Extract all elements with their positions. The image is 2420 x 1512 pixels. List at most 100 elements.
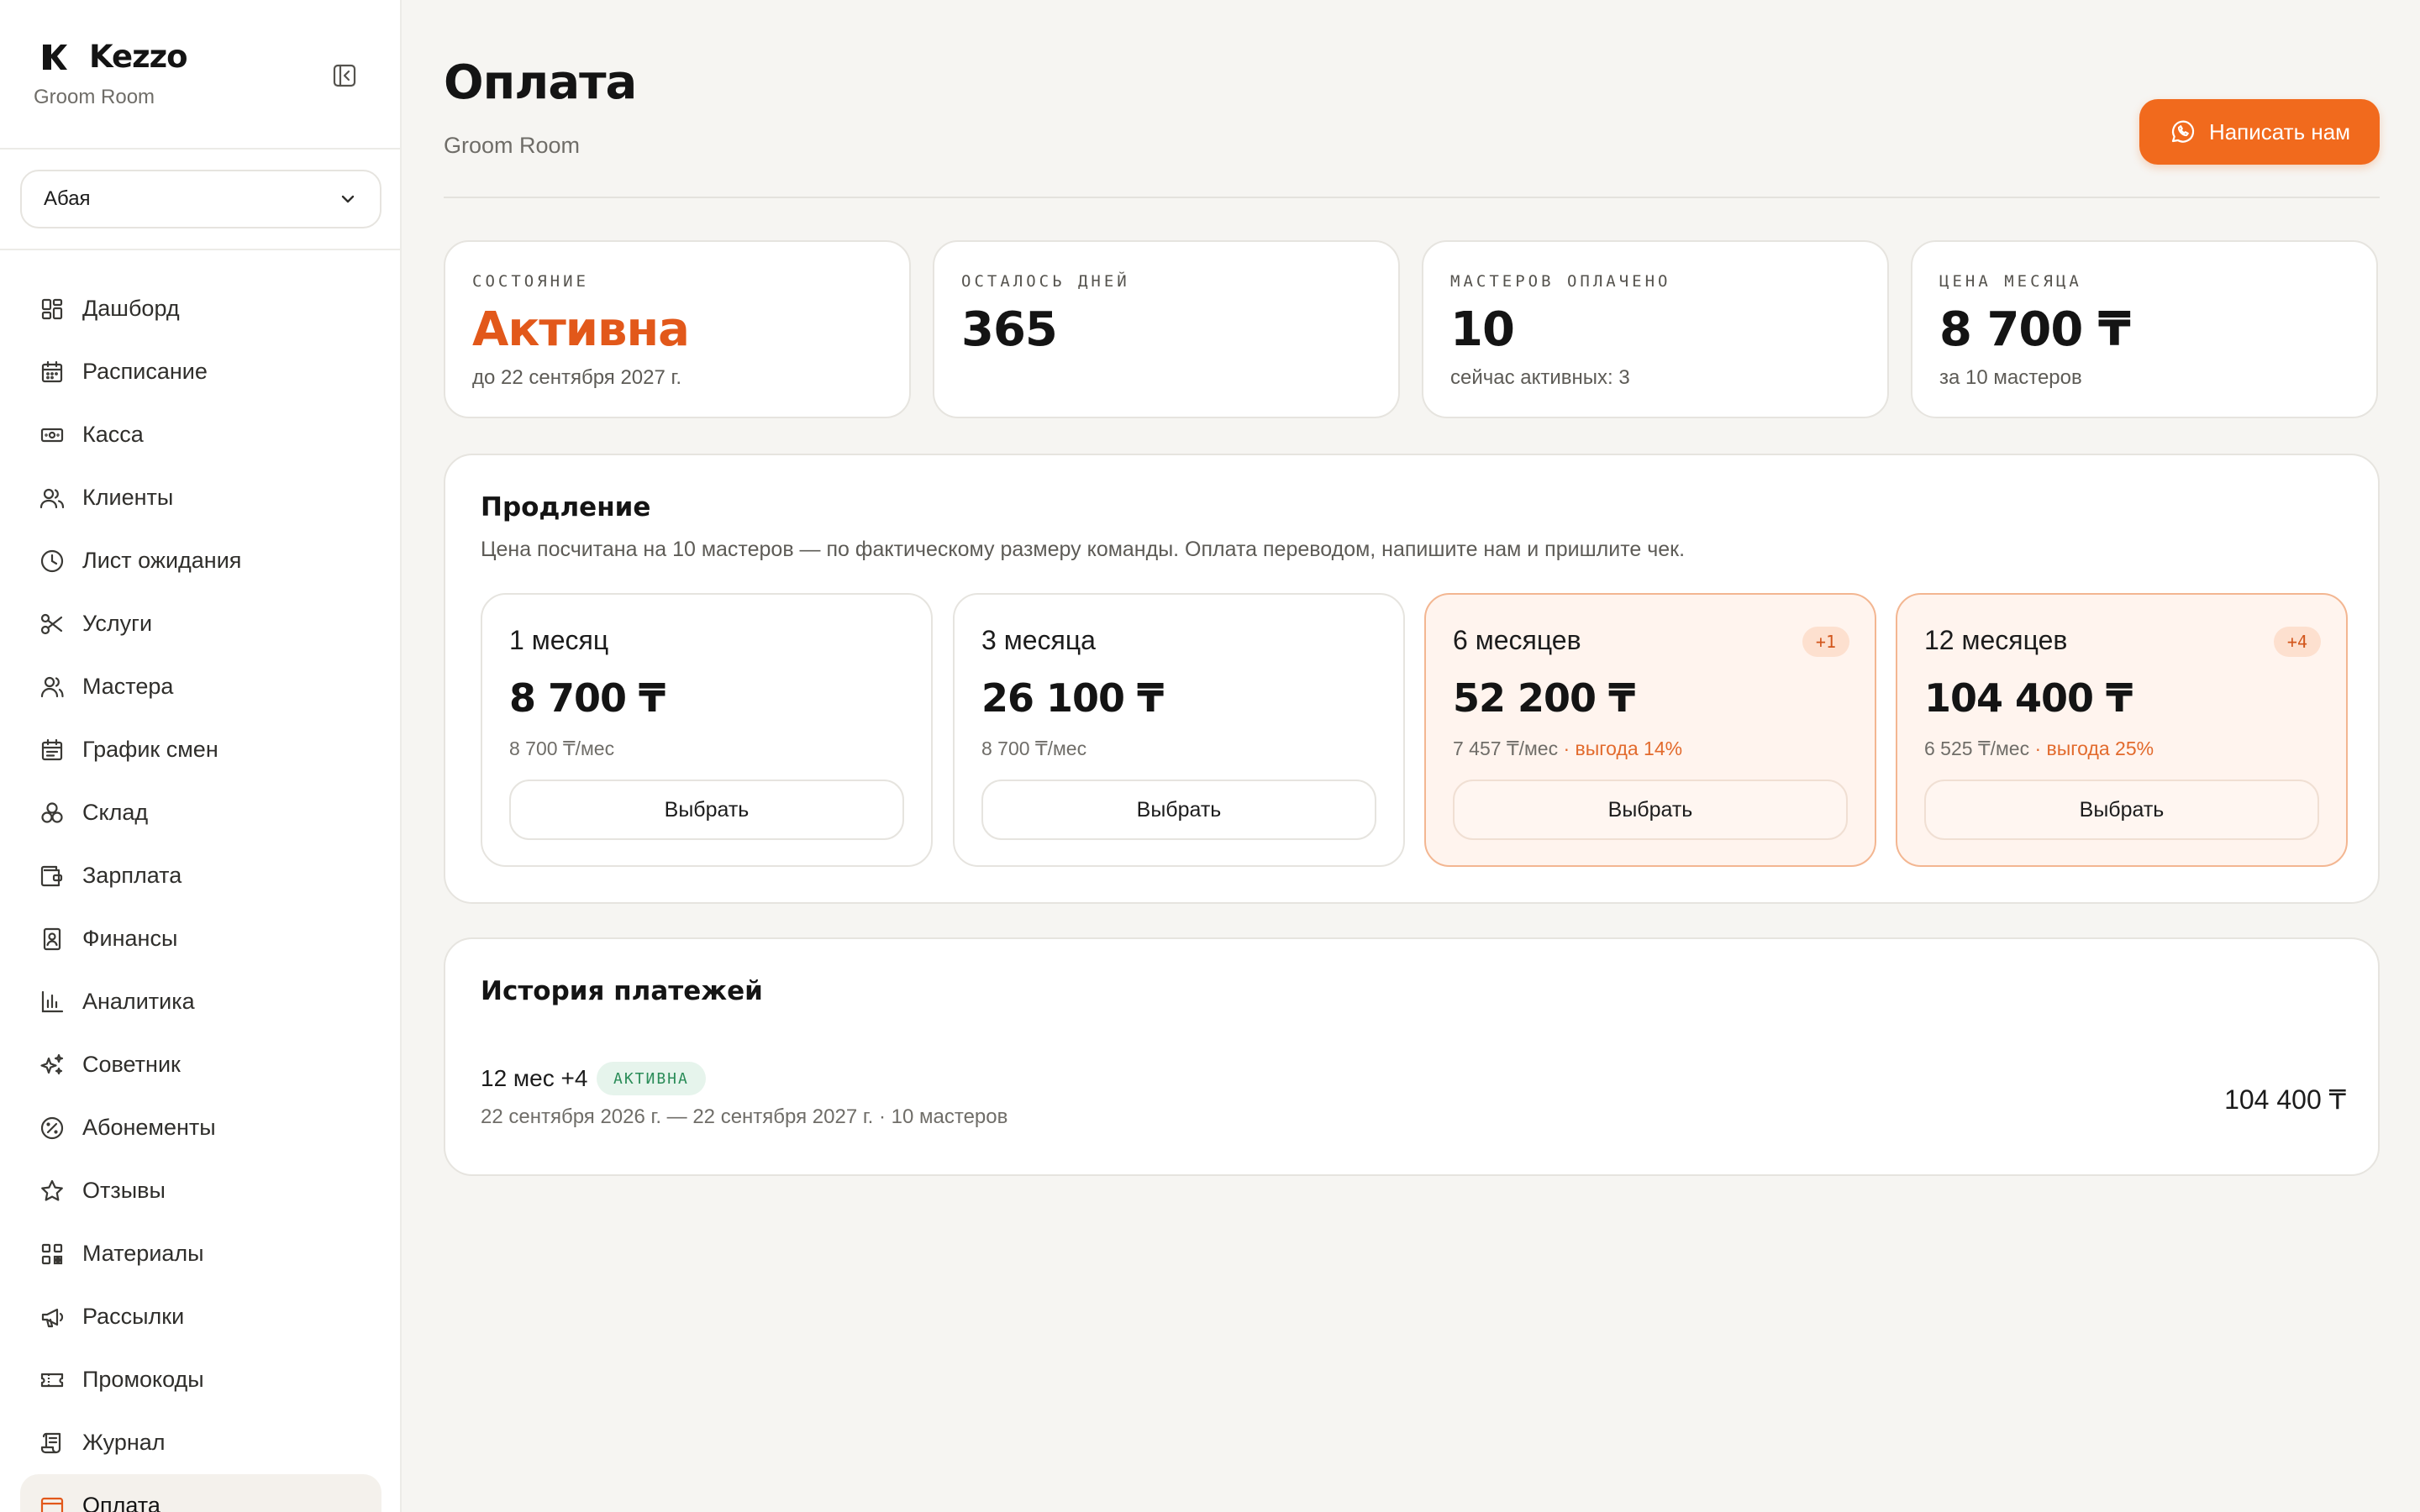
renewal-description: Цена посчитана на 10 мастеров — по факти… — [481, 538, 1686, 561]
sidebar-item-dashboard[interactable]: Дашборд — [20, 277, 381, 340]
plan-per-month: 8 700 ₸/мес — [509, 738, 614, 760]
sparkles-icon — [40, 1053, 64, 1074]
sidebar-collapse-icon — [333, 64, 356, 87]
main-content: Оплата Groom Room Написать нам Состояние… — [444, 0, 2380, 1512]
sidebar-item-waitlist[interactable]: Лист ожидания — [20, 529, 381, 592]
whatsapp-icon — [2171, 120, 2195, 143]
brand[interactable]: Kezzo — [40, 39, 188, 75]
plan-card-3-months: 3 месяца 26 100 ₸ 8 700 ₸/мес Выбрать — [953, 593, 1405, 867]
sidebar-item-advisor[interactable]: Советник — [20, 1033, 381, 1096]
stat-caption: Цена месяца — [1939, 272, 2082, 291]
user-group-icon — [40, 676, 64, 697]
write-us-label: Написать нам — [2208, 118, 2351, 144]
ticket-icon — [40, 1373, 64, 1387]
plan-savings: · выгода 25% — [2029, 738, 2154, 759]
sidebar-item-schedule[interactable]: Расписание — [20, 340, 381, 403]
sidebar-item-promocodes[interactable]: Промокоды — [20, 1348, 381, 1411]
branch-select[interactable]: Абая — [20, 170, 381, 228]
sidebar-item-warehouse[interactable]: Склад — [20, 781, 381, 844]
sidebar: Kezzo Groom Room Абая Дашборд Расписание… — [0, 0, 402, 1512]
sidebar-item-services[interactable]: Услуги — [20, 592, 381, 655]
status-badge: Активна — [597, 1062, 706, 1095]
choose-plan-label: Выбрать — [1136, 797, 1222, 822]
choose-plan-label: Выбрать — [2079, 797, 2165, 822]
sidebar-item-label: Оплата — [82, 1493, 160, 1512]
cash-icon — [40, 428, 64, 442]
sidebar-item-label: Лист ожидания — [82, 548, 242, 573]
sidebar-item-subscriptions[interactable]: Абонементы — [20, 1096, 381, 1159]
clock-icon — [40, 549, 64, 572]
bonus-badge: +1 — [1802, 627, 1849, 657]
sidebar-item-label: Материалы — [82, 1241, 204, 1266]
sidebar-item-journal[interactable]: Журнал — [20, 1411, 381, 1474]
choose-plan-button[interactable]: Выбрать — [1924, 780, 2319, 840]
stat-card-status: Состояние Активна до 22 сентября 2027 г. — [444, 240, 911, 418]
sidebar-item-label: Рассылки — [82, 1304, 185, 1329]
payment-period: 22 сентября 2026 г. — 22 сентября 2027 г… — [481, 1105, 1008, 1128]
plan-price: 26 100 ₸ — [981, 675, 1164, 721]
sidebar-item-finance[interactable]: Финансы — [20, 907, 381, 970]
sidebar-item-payment[interactable]: Оплата — [20, 1474, 381, 1512]
plan-name: 3 месяца — [981, 625, 1096, 655]
choose-plan-button[interactable]: Выбрать — [981, 780, 1376, 840]
users-icon — [39, 488, 65, 508]
qr-code-icon — [41, 1243, 63, 1264]
payment-amount: 104 400 ₸ — [2224, 1084, 2346, 1115]
payment-history-row[interactable]: 12 мес +4 Активна 22 сентября 2026 г. — … — [481, 1053, 2346, 1146]
stat-caption: Мастеров оплачено — [1450, 272, 1671, 291]
sidebar-item-clients[interactable]: Клиенты — [20, 466, 381, 529]
plan-per-month-value: 6 525 ₸/мес — [1924, 738, 2030, 759]
choose-plan-button[interactable]: Выбрать — [1453, 780, 1848, 840]
sidebar-item-masters[interactable]: Мастера — [20, 655, 381, 718]
sidebar-item-label: Мастера — [82, 674, 174, 699]
sidebar-item-reviews[interactable]: Отзывы — [20, 1159, 381, 1222]
sidebar-item-label: Зарплата — [82, 863, 182, 888]
stat-caption: Осталось дней — [961, 272, 1130, 291]
divider — [0, 249, 400, 250]
payment-history-section: История платежей 12 мес +4 Активна 22 се… — [444, 937, 2380, 1176]
renewal-section: Продление Цена посчитана на 10 мастеров … — [444, 454, 2380, 904]
boxes-icon — [41, 801, 63, 823]
plan-price: 8 700 ₸ — [509, 675, 666, 721]
scroll-icon — [40, 1432, 61, 1453]
shift-calendar-icon — [41, 738, 63, 760]
plan-price: 52 200 ₸ — [1453, 675, 1635, 721]
sidebar-item-label: График смен — [82, 737, 218, 762]
sidebar-item-shifts[interactable]: График смен — [20, 718, 381, 781]
kezzo-logo-icon — [43, 44, 67, 70]
choose-plan-button[interactable]: Выбрать — [509, 780, 904, 840]
sidebar-item-label: Журнал — [82, 1430, 166, 1455]
plan-card-1-month: 1 месяц 8 700 ₸ 8 700 ₸/мес Выбрать — [481, 593, 933, 867]
sidebar-item-mailings[interactable]: Рассылки — [20, 1285, 381, 1348]
sidebar-item-salary[interactable]: Зарплата — [20, 844, 381, 907]
stat-value: 10 — [1450, 302, 1515, 357]
payment-history-title: История платежей — [481, 976, 763, 1006]
megaphone-icon — [41, 1308, 64, 1327]
plan-price: 104 400 ₸ — [1924, 675, 2133, 721]
plan-savings: · выгода 14% — [1558, 738, 1683, 759]
choose-plan-label: Выбрать — [664, 797, 750, 822]
write-us-button[interactable]: Написать нам — [2139, 99, 2380, 165]
stat-card-masters-paid: Мастеров оплачено 10 сейчас активных: 3 — [1422, 240, 1889, 418]
sidebar-item-label: Услуги — [82, 611, 153, 636]
sidebar-item-analytics[interactable]: Аналитика — [20, 970, 381, 1033]
stat-note: до 22 сентября 2027 г. — [472, 366, 682, 389]
ledger-icon — [43, 927, 61, 950]
sidebar-item-cash[interactable]: Касса — [20, 403, 381, 466]
divider — [0, 148, 400, 150]
credit-card-icon — [40, 1497, 64, 1512]
collapse-sidebar-button[interactable] — [328, 59, 361, 92]
page-title: Оплата — [444, 55, 637, 110]
bar-chart-icon — [41, 990, 64, 1012]
sidebar-item-label: Расписание — [82, 359, 208, 384]
plan-per-month-value: 8 700 ₸/мес — [981, 738, 1087, 759]
sidebar-item-label: Финансы — [82, 926, 178, 951]
percent-badge-icon — [40, 1116, 64, 1139]
stat-value: 365 — [961, 302, 1058, 357]
brand-name: Kezzo — [89, 39, 188, 75]
sidebar-item-materials[interactable]: Материалы — [20, 1222, 381, 1285]
dashboard-icon — [41, 298, 63, 319]
plan-per-month-value: 8 700 ₸/мес — [509, 738, 615, 759]
wallet-icon — [40, 865, 63, 886]
stat-note: сейчас активных: 3 — [1450, 366, 1630, 389]
